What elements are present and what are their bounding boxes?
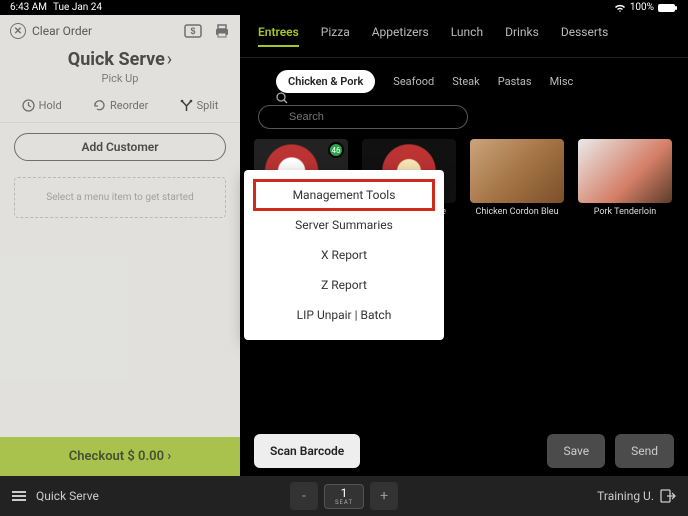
item-badge: 46 [328,142,344,158]
user-menu[interactable]: Training U. [597,489,676,503]
clear-order-label: Clear Order [32,24,92,38]
logout-icon [660,489,676,503]
tab-appetizers[interactable]: Appetizers [372,25,429,47]
search-input[interactable] [258,105,468,129]
order-pane: ✕ Clear Order $ Quick Serve Pick Up Hold [0,15,240,476]
checkout-button[interactable]: Checkout $ 0.00 [0,437,240,476]
split-label: Split [197,99,219,112]
status-bar: 6:43 AM Tue Jan 24 100% [0,0,688,15]
send-button[interactable]: Send [615,434,674,468]
reorder-label: Reorder [110,99,148,112]
menu-icon[interactable] [12,491,26,501]
print-icon[interactable] [214,24,230,38]
add-customer-button[interactable]: Add Customer [14,133,226,161]
clear-order-button[interactable]: ✕ Clear Order [10,23,92,39]
seat-number: 1 [335,487,353,499]
menu-item[interactable]: Pork Tenderloin [578,139,672,217]
battery-icon [658,3,678,13]
tab-drinks[interactable]: Drinks [505,25,539,47]
tab-entrees[interactable]: Entrees [258,25,299,47]
cash-icon[interactable]: $ [184,24,202,38]
popover-z-report[interactable]: Z Report [244,270,444,300]
close-icon: ✕ [10,23,26,39]
wifi-icon [614,3,626,13]
search-icon [276,92,288,104]
scan-barcode-button[interactable]: Scan Barcode [254,434,360,468]
reorder-button[interactable]: Reorder [93,99,148,112]
menu-top-tabs: Entrees Pizza Appetizers Lunch Drinks De… [240,15,688,58]
menu-sub-tabs: Chicken & Pork Seafood Steak Pastas Misc [240,58,688,99]
subtab-seafood[interactable]: Seafood [393,75,434,88]
seat-label: SEAT [335,499,353,506]
app-label: Quick Serve [36,489,99,503]
management-popover: Management Tools Server Summaries X Repo… [244,170,444,340]
refresh-icon [93,99,106,112]
seat-counter[interactable]: 1 SEAT [324,484,364,509]
tab-desserts[interactable]: Desserts [561,25,608,47]
item-image [470,139,564,203]
tab-lunch[interactable]: Lunch [451,25,483,47]
order-placeholder: Select a menu item to get started [14,177,226,218]
item-label: Pork Tenderloin [594,207,656,217]
tab-pizza[interactable]: Pizza [321,25,350,47]
split-icon [180,99,193,112]
item-image [578,139,672,203]
clock-icon [22,99,35,112]
status-time: 6:43 AM [10,2,47,13]
menu-item[interactable]: Chicken Cordon Bleu [470,139,564,217]
popover-server-summaries[interactable]: Server Summaries [244,210,444,240]
seat-plus-button[interactable]: + [370,482,398,510]
split-button[interactable]: Split [180,99,219,112]
user-name: Training U. [597,489,654,503]
hold-label: Hold [39,99,62,112]
seat-minus-button[interactable]: - [290,482,318,510]
hold-button[interactable]: Hold [22,99,62,112]
svg-text:$: $ [190,26,195,36]
item-label: Chicken Cordon Bleu [475,207,558,217]
subtab-steak[interactable]: Steak [452,75,480,88]
order-subtitle: Pick Up [0,72,240,85]
status-date: Tue Jan 24 [53,2,102,13]
popover-management-tools[interactable]: Management Tools [254,180,434,210]
save-button[interactable]: Save [547,434,605,468]
order-title[interactable]: Quick Serve [0,49,240,70]
bottom-bar: Quick Serve - 1 SEAT + Training U. [0,476,688,516]
popover-lip-unpair[interactable]: LIP Unpair | Batch [244,300,444,330]
subtab-pastas[interactable]: Pastas [498,75,532,88]
subtab-chicken-pork[interactable]: Chicken & Pork [276,70,375,93]
subtab-misc[interactable]: Misc [550,75,574,88]
battery-percent: 100% [630,2,654,13]
popover-x-report[interactable]: X Report [244,240,444,270]
